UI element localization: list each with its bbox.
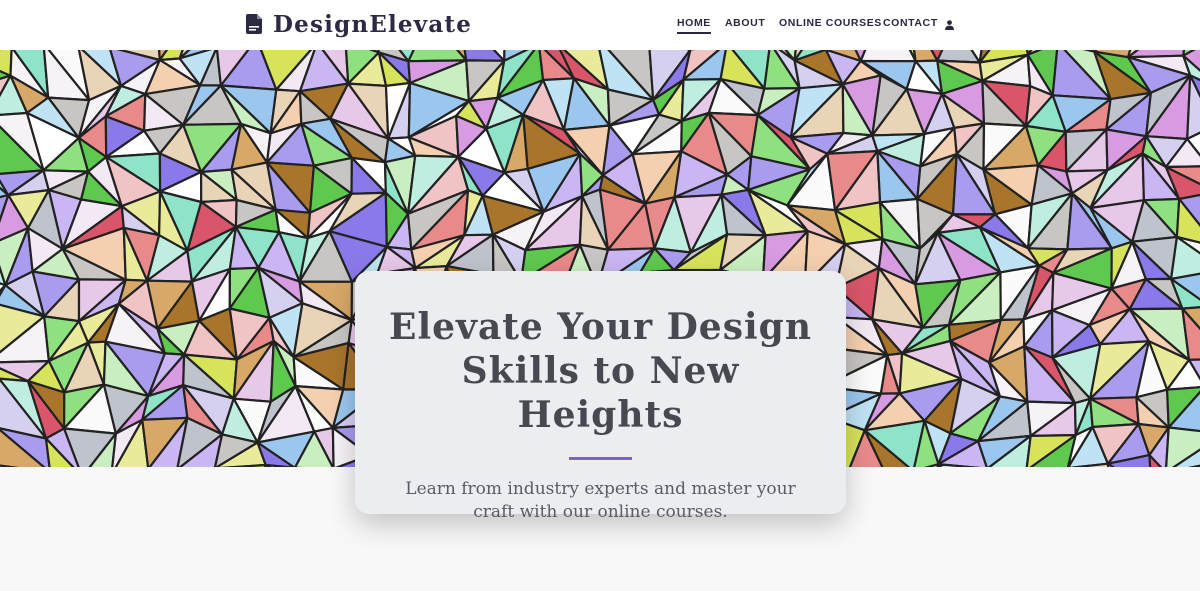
mosaic-tile bbox=[859, 50, 917, 63]
hero-title: Elevate Your Design Skills to New Height… bbox=[389, 306, 812, 436]
nav-contact[interactable]: CONTACT bbox=[883, 17, 938, 29]
nav-online-courses[interactable]: ONLINE COURSES bbox=[779, 17, 882, 29]
title-divider bbox=[569, 457, 632, 460]
nav-about[interactable]: ABOUT bbox=[725, 17, 765, 29]
hero-card: Elevate Your Design Skills to New Height… bbox=[355, 271, 846, 522]
user-icon[interactable] bbox=[945, 20, 954, 30]
top-navigation-bar: DesignElevate HOME ABOUT ONLINE COURSES … bbox=[0, 0, 1200, 50]
nav-home[interactable]: HOME bbox=[677, 17, 711, 34]
hero-subtitle: Learn from industry experts and master y… bbox=[405, 479, 796, 522]
brand-name: DesignElevate bbox=[273, 10, 473, 38]
brand-logo-link[interactable]: DesignElevate bbox=[246, 9, 472, 39]
document-icon bbox=[246, 14, 262, 34]
